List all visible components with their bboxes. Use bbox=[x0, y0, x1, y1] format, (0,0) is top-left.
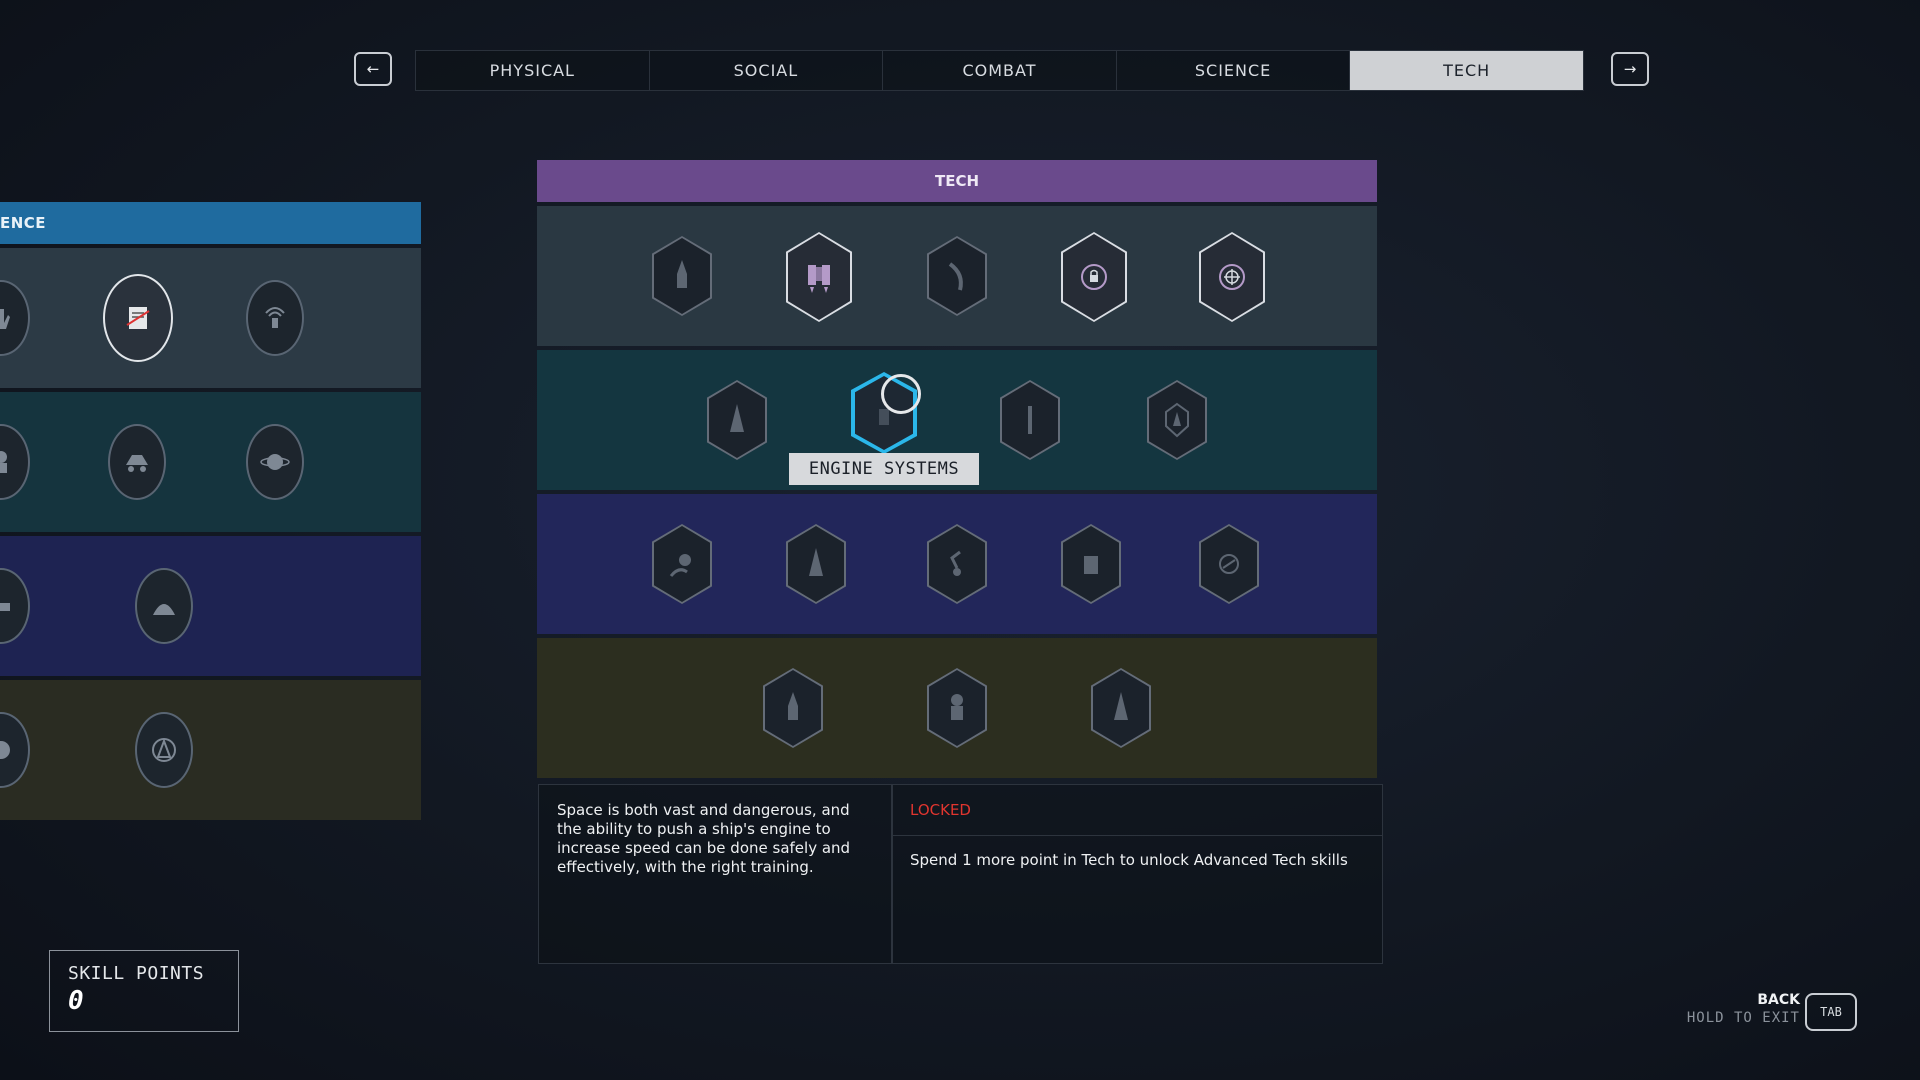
skill-tech-16[interactable] bbox=[1091, 668, 1151, 748]
next-category-button[interactable]: → bbox=[1611, 52, 1649, 86]
skill-tech-11[interactable] bbox=[927, 524, 987, 604]
tech-tier-1 bbox=[537, 206, 1377, 346]
skill-tech-8[interactable] bbox=[1147, 380, 1207, 460]
skill-description-text: Space is both vast and dangerous, and th… bbox=[557, 801, 851, 876]
outpost-icon bbox=[153, 604, 175, 615]
comet-icon bbox=[948, 262, 963, 291]
lock-status: LOCKED bbox=[893, 785, 1382, 836]
crosshair-icon bbox=[1219, 264, 1245, 290]
document-icon bbox=[126, 307, 150, 329]
tech-panel-header: TECH bbox=[537, 160, 1377, 202]
astronaut-icon bbox=[951, 694, 963, 720]
cursor-ring bbox=[881, 374, 921, 414]
sun-icon bbox=[0, 741, 10, 759]
tab-tech[interactable]: TECH bbox=[1350, 51, 1583, 90]
skill-tech-10[interactable] bbox=[786, 524, 846, 604]
skill-tech-2[interactable] bbox=[786, 232, 852, 322]
arrow-left-icon: ← bbox=[366, 60, 380, 78]
skill-science-9[interactable] bbox=[0, 712, 30, 788]
skill-tech-9[interactable] bbox=[652, 524, 712, 604]
skill-science-4[interactable] bbox=[0, 424, 30, 500]
skill-points-box: SKILL POINTS 0 bbox=[49, 950, 239, 1032]
shield-rocket-icon bbox=[1165, 402, 1189, 438]
science-panel-header: ENCE bbox=[0, 202, 421, 244]
skill-science-6[interactable] bbox=[246, 424, 304, 500]
gear-icon bbox=[152, 738, 176, 762]
skill-tech-5[interactable] bbox=[1199, 232, 1265, 322]
tech-tier-4 bbox=[537, 638, 1377, 778]
skill-tech-14[interactable] bbox=[763, 668, 823, 748]
tab-physical[interactable]: PHYSICAL bbox=[416, 51, 650, 90]
category-tabs: PHYSICAL SOCIAL COMBAT SCIENCE TECH bbox=[415, 50, 1584, 91]
hand-icon bbox=[0, 309, 10, 329]
tab-combat[interactable]: COMBAT bbox=[883, 51, 1117, 90]
lock-message: Spend 1 more point in Tech to unlock Adv… bbox=[910, 851, 1348, 869]
skill-description: Space is both vast and dangerous, and th… bbox=[538, 784, 892, 964]
arrow-right-icon: → bbox=[1623, 60, 1637, 78]
robot-arm-icon bbox=[950, 550, 961, 576]
skill-tech-6[interactable] bbox=[707, 380, 767, 460]
skill-tech-12[interactable] bbox=[1061, 524, 1121, 604]
skill-science-7[interactable] bbox=[0, 568, 30, 644]
skill-tech-7[interactable] bbox=[1000, 380, 1060, 460]
science-skill-panel: ENCE bbox=[0, 202, 421, 820]
skill-tech-13[interactable] bbox=[1199, 524, 1259, 604]
tab-social[interactable]: SOCIAL bbox=[649, 51, 884, 90]
skill-tech-15[interactable] bbox=[927, 668, 987, 748]
prev-category-button[interactable]: ← bbox=[354, 52, 392, 86]
planet-icon bbox=[260, 454, 290, 470]
skill-tech-4[interactable] bbox=[1061, 232, 1127, 322]
planet-icon bbox=[669, 554, 691, 577]
ship-icon bbox=[730, 404, 744, 432]
skill-points-label: SKILL POINTS bbox=[68, 963, 205, 984]
back-hint[interactable]: BACK HOLD TO EXIT bbox=[1687, 992, 1800, 1026]
skill-science-2[interactable] bbox=[103, 274, 173, 362]
hold-to-exit-label: HOLD TO EXIT bbox=[1686, 1010, 1800, 1026]
skill-lock-info: LOCKED Spend 1 more point in Tech to unl… bbox=[892, 784, 1383, 964]
rocket-icon bbox=[677, 260, 687, 288]
rover-icon bbox=[0, 603, 10, 611]
science-tier-1 bbox=[0, 248, 421, 388]
skill-tech-3[interactable] bbox=[927, 236, 987, 316]
astronaut-icon bbox=[0, 451, 7, 473]
skill-science-1[interactable] bbox=[0, 280, 30, 356]
skill-tech-1[interactable] bbox=[652, 236, 712, 316]
reactor-icon bbox=[1084, 556, 1098, 574]
skill-science-10[interactable] bbox=[135, 712, 193, 788]
selected-skill-name: ENGINE SYSTEMS bbox=[789, 453, 979, 485]
skill-science-3[interactable] bbox=[246, 280, 304, 356]
jetpack-icon bbox=[808, 265, 830, 293]
science-tier-4 bbox=[0, 680, 421, 820]
tab-key-badge[interactable]: TAB bbox=[1805, 993, 1857, 1031]
skill-points-value: 0 bbox=[68, 986, 84, 1016]
science-tier-2 bbox=[0, 392, 421, 532]
rocket-icon bbox=[788, 692, 798, 720]
tech-tier-3 bbox=[537, 494, 1377, 634]
ship-icon bbox=[1114, 692, 1128, 720]
drone-icon bbox=[1219, 554, 1239, 574]
ship-icon bbox=[809, 548, 823, 576]
science-tier-3 bbox=[0, 536, 421, 676]
missile-icon bbox=[1028, 406, 1032, 434]
vehicle-icon bbox=[126, 455, 148, 472]
skill-science-5[interactable] bbox=[108, 424, 166, 500]
skill-science-8[interactable] bbox=[135, 568, 193, 644]
signal-icon bbox=[265, 307, 285, 328]
tab-science[interactable]: SCIENCE bbox=[1116, 51, 1351, 90]
back-label: BACK bbox=[1757, 992, 1800, 1008]
lock-target-icon bbox=[1081, 264, 1107, 290]
